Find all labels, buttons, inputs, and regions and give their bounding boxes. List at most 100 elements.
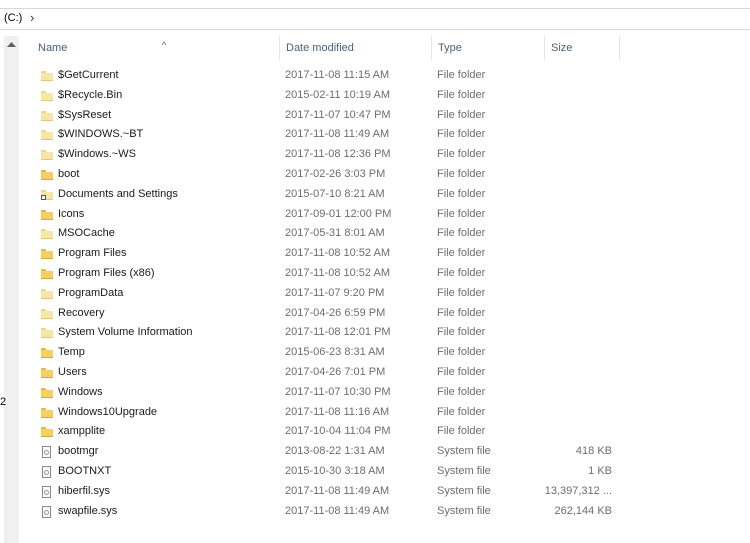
folder-icon bbox=[41, 169, 53, 181]
file-type: File folder bbox=[437, 306, 486, 319]
file-row[interactable]: Program Files (x86) 2017-11-08 10:52 AM Fi… bbox=[22, 264, 750, 284]
file-date-modified: 2017-11-07 10:30 PM bbox=[285, 385, 391, 398]
file-type: File folder bbox=[437, 128, 486, 141]
file-type: System file bbox=[437, 445, 491, 458]
file-row[interactable]: $GetCurrent 2017-11-08 11:15 AM File folde… bbox=[22, 66, 750, 86]
folder-shortcut-icon bbox=[41, 189, 53, 201]
column-header-size-label: Size bbox=[551, 42, 573, 54]
file-name: Windows10Upgrade bbox=[58, 405, 158, 418]
file-name: $Windows.~WS bbox=[58, 148, 136, 161]
column-header-date-modified[interactable]: Date modified bbox=[280, 36, 432, 60]
file-date-modified: 2013-08-22 1:31 AM bbox=[285, 445, 385, 458]
file-type: File folder bbox=[437, 365, 486, 378]
column-header-size[interactable]: Size bbox=[545, 36, 620, 60]
file-row[interactable]: $WINDOWS.~BT 2017-11-08 11:49 AM File fold… bbox=[22, 125, 750, 145]
file-size bbox=[522, 145, 612, 165]
file-row[interactable]: MSOCache 2017-05-31 8:01 AM File folder bbox=[22, 224, 750, 244]
breadcrumb-drive[interactable]: (C:) bbox=[4, 12, 22, 24]
folder-icon bbox=[41, 327, 53, 339]
file-name: BOOTNXT bbox=[58, 464, 112, 477]
file-name: System Volume Information bbox=[58, 326, 193, 339]
file-row[interactable]: $Windows.~WS 2017-11-08 12:36 PM File fold… bbox=[22, 145, 750, 165]
file-date-modified: 2017-11-07 10:47 PM bbox=[285, 108, 391, 121]
nav-partial-text: 2 bbox=[0, 396, 7, 408]
vertical-scrollbar[interactable] bbox=[4, 36, 19, 543]
file-date-modified: 2017-11-08 10:52 AM bbox=[285, 266, 390, 279]
file-type: File folder bbox=[437, 266, 486, 279]
file-type: File folder bbox=[437, 286, 486, 299]
file-size bbox=[522, 244, 612, 264]
folder-icon bbox=[41, 248, 53, 260]
file-row[interactable]: Documents and Settings 2015-07-10 8:21 AM… bbox=[22, 185, 750, 205]
file-size bbox=[522, 422, 612, 442]
file-row[interactable]: $Recycle.Bin 2015-02-11 10:19 AM File fold… bbox=[22, 86, 750, 106]
file-row[interactable]: hiberfil.sys 2017-11-08 11:49 AM System fi… bbox=[22, 482, 750, 502]
file-row[interactable]: Program Files 2017-11-08 10:52 AM File fol… bbox=[22, 244, 750, 264]
file-date-modified: 2017-11-07 9:20 PM bbox=[285, 286, 385, 299]
file-type: File folder bbox=[437, 167, 486, 180]
file-name: ProgramData bbox=[58, 286, 124, 299]
file-type: File folder bbox=[437, 405, 486, 418]
scroll-up-arrow-icon[interactable] bbox=[4, 36, 19, 51]
file-name: $GetCurrent bbox=[58, 69, 119, 81]
file-name: $WINDOWS.~BT bbox=[58, 128, 144, 141]
column-header-name[interactable]: Name ^ bbox=[32, 36, 280, 60]
column-header-type-label: Type bbox=[438, 42, 462, 54]
folder-icon bbox=[41, 347, 53, 359]
column-header-type[interactable]: Type bbox=[432, 36, 545, 60]
file-type: File folder bbox=[437, 346, 486, 359]
file-name: Windows bbox=[58, 385, 103, 398]
window-top-strip bbox=[0, 0, 750, 8]
file-date-modified: 2017-04-26 6:59 PM bbox=[285, 306, 386, 319]
file-row[interactable]: xampplite 2017-10-04 11:04 PM File folder bbox=[22, 422, 750, 442]
system-file-icon bbox=[41, 465, 53, 478]
folder-icon bbox=[41, 90, 53, 102]
file-size: 418 KB bbox=[575, 445, 612, 458]
file-type: File folder bbox=[437, 227, 486, 240]
file-date-modified: 2017-11-08 12:36 PM bbox=[285, 148, 391, 161]
file-size bbox=[522, 86, 612, 106]
file-date-modified: 2017-11-08 12:01 PM bbox=[285, 326, 391, 339]
file-type: File folder bbox=[437, 326, 486, 339]
folder-icon bbox=[41, 426, 53, 438]
folder-icon bbox=[41, 268, 53, 280]
file-name: hiberfil.sys bbox=[58, 484, 110, 497]
system-file-icon bbox=[41, 446, 53, 459]
folder-icon bbox=[41, 367, 53, 379]
file-size bbox=[522, 106, 612, 126]
file-name: boot bbox=[58, 167, 80, 180]
file-row[interactable]: Icons 2017-09-01 12:00 PM File folder bbox=[22, 205, 750, 225]
file-row[interactable]: Recovery 2017-04-26 6:59 PM File folder bbox=[22, 304, 750, 324]
file-row[interactable]: Windows 2017-11-07 10:30 PM File folder bbox=[22, 383, 750, 403]
file-date-modified: 2015-10-30 3:18 AM bbox=[285, 464, 385, 477]
file-row[interactable]: Users 2017-04-26 7:01 PM File folder bbox=[22, 363, 750, 383]
folder-icon bbox=[41, 149, 53, 161]
file-date-modified: 2017-11-08 11:49 AM bbox=[285, 484, 390, 497]
column-header-date-label: Date modified bbox=[286, 42, 354, 54]
file-type: File folder bbox=[437, 247, 486, 260]
file-date-modified: 2015-07-10 8:21 AM bbox=[285, 187, 385, 200]
file-name: bootmgr bbox=[58, 445, 99, 458]
file-row[interactable]: System Volume Information 2017-11-08 12:0… bbox=[22, 323, 750, 343]
system-file-icon bbox=[41, 485, 53, 498]
file-row[interactable]: Temp 2015-06-23 8:31 AM File folder bbox=[22, 343, 750, 363]
address-bar[interactable]: (C:) › bbox=[0, 8, 750, 30]
file-row[interactable]: bootmgr 2013-08-22 1:31 AM System file 418 … bbox=[22, 442, 750, 462]
file-type: File folder bbox=[437, 108, 486, 121]
system-file-icon bbox=[41, 505, 53, 518]
file-date-modified: 2017-11-08 10:52 AM bbox=[285, 247, 390, 260]
folder-icon bbox=[41, 407, 53, 419]
file-list: $GetCurrent 2017-11-08 11:15 AM File folde… bbox=[22, 66, 750, 521]
file-row[interactable]: BOOTNXT 2015-10-30 3:18 AM System file 1 KB bbox=[22, 462, 750, 482]
file-row[interactable]: boot 2017-02-26 3:03 PM File folder bbox=[22, 165, 750, 185]
file-row[interactable]: $SysReset 2017-11-07 10:47 PM File folder bbox=[22, 106, 750, 126]
file-name: Icons bbox=[58, 207, 85, 220]
column-header-row: Name ^ Date modified Type Size bbox=[22, 36, 750, 60]
file-date-modified: 2017-05-31 8:01 AM bbox=[285, 227, 385, 240]
file-row[interactable]: Windows10Upgrade 2017-11-08 11:16 AM File … bbox=[22, 403, 750, 423]
file-row[interactable]: ProgramData 2017-11-07 9:20 PM File folder bbox=[22, 284, 750, 304]
breadcrumb-chevron-icon[interactable]: › bbox=[30, 10, 34, 25]
file-size bbox=[522, 165, 612, 185]
file-size bbox=[522, 224, 612, 244]
file-row[interactable]: swapfile.sys 2017-11-08 11:49 AM System fi… bbox=[22, 502, 750, 522]
